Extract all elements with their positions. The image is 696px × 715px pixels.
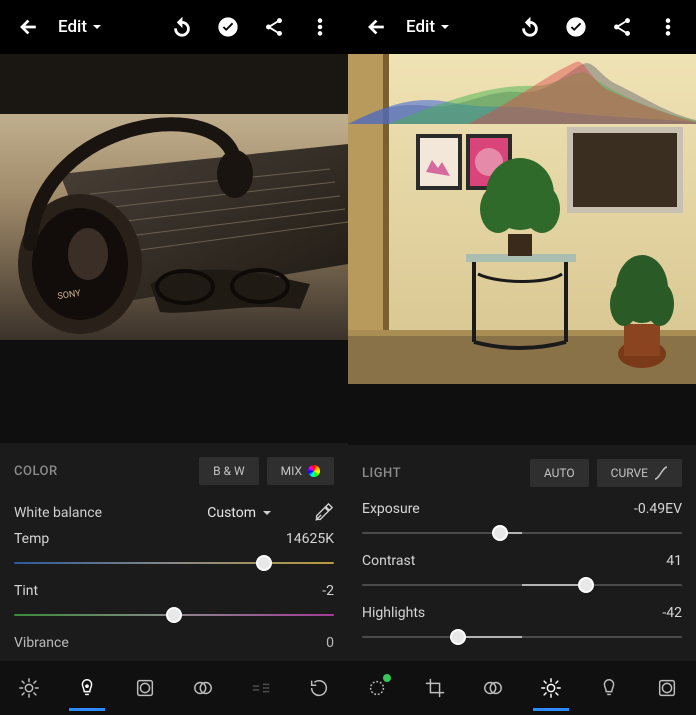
indicator-dot: [383, 674, 391, 682]
curve-button[interactable]: CURVE: [597, 459, 682, 487]
light-panel: LIGHT AUTO CURVE Exposure -0.49EV Contra…: [348, 445, 696, 661]
highlights-label: Highlights: [362, 605, 425, 621]
auto-button[interactable]: AUTO: [530, 459, 589, 487]
presets-tool-icon[interactable]: [355, 666, 399, 710]
effects-tool-icon[interactable]: [645, 666, 689, 710]
edit-mode-dropdown[interactable]: Edit: [58, 17, 102, 37]
slider-thumb[interactable]: [166, 607, 182, 623]
topbar: Edit: [0, 0, 348, 54]
profiles-tool-icon[interactable]: [471, 666, 515, 710]
edit-mode-dropdown[interactable]: Edit: [406, 17, 450, 37]
slider-thumb[interactable]: [256, 555, 272, 571]
vibrance-label: Vibrance: [14, 635, 69, 651]
accept-icon[interactable]: [214, 13, 242, 41]
exposure-slider[interactable]: Exposure -0.49EV: [362, 501, 682, 543]
undo-icon[interactable]: [168, 13, 196, 41]
share-icon[interactable]: [608, 13, 636, 41]
eyedropper-icon[interactable]: [312, 499, 334, 527]
white-balance-label: White balance: [14, 505, 102, 521]
back-icon[interactable]: [362, 13, 390, 41]
edit-label-text: Edit: [406, 17, 435, 37]
bw-button[interactable]: B & W: [199, 457, 259, 485]
bottom-toolbar: [348, 661, 696, 715]
slider-thumb[interactable]: [578, 577, 594, 593]
exposure-label: Exposure: [362, 501, 420, 517]
undo-icon[interactable]: [516, 13, 544, 41]
panel-title: COLOR: [14, 464, 58, 479]
color-wheel-icon: [308, 465, 320, 477]
temp-value: 14625K: [286, 531, 334, 547]
accept-icon[interactable]: [562, 13, 590, 41]
share-icon[interactable]: [260, 13, 288, 41]
temp-slider[interactable]: Temp 14625K: [14, 531, 334, 573]
color-tool-icon[interactable]: [587, 666, 631, 710]
photo-preview[interactable]: SONY: [0, 54, 348, 340]
slider-thumb[interactable]: [492, 525, 508, 541]
more-icon[interactable]: [654, 13, 682, 41]
bottom-toolbar: [0, 661, 348, 715]
tint-label: Tint: [14, 583, 38, 599]
screen-left: Edit: [0, 0, 348, 715]
optics-tool-icon[interactable]: [239, 666, 283, 710]
contrast-value: 41: [666, 553, 682, 569]
temp-label: Temp: [14, 531, 49, 547]
color-panel: COLOR B & W MIX White balance Custom Tem…: [0, 443, 348, 661]
back-icon[interactable]: [14, 13, 42, 41]
photo-preview[interactable]: [348, 54, 696, 384]
white-balance-dropdown[interactable]: Custom: [207, 505, 272, 521]
detail-tool-icon[interactable]: [181, 666, 225, 710]
more-icon[interactable]: [306, 13, 334, 41]
color-tool-icon[interactable]: [65, 666, 109, 710]
light-tool-icon[interactable]: [7, 666, 51, 710]
crop-tool-icon[interactable]: [413, 666, 457, 710]
screen-right: Edit: [348, 0, 696, 715]
contrast-slider[interactable]: Contrast 41: [362, 553, 682, 595]
light-tool-icon[interactable]: [529, 666, 573, 710]
highlights-slider[interactable]: Highlights -42: [362, 605, 682, 647]
topbar: Edit: [348, 0, 696, 54]
mix-button[interactable]: MIX: [267, 457, 334, 485]
highlights-value: -42: [662, 605, 682, 621]
effects-tool-icon[interactable]: [123, 666, 167, 710]
panel-title: LIGHT: [362, 466, 401, 481]
reset-icon[interactable]: [297, 666, 341, 710]
slider-thumb[interactable]: [450, 629, 466, 645]
exposure-value: -0.49EV: [634, 501, 682, 517]
curve-icon: [654, 466, 668, 480]
contrast-label: Contrast: [362, 553, 415, 569]
tint-slider[interactable]: Tint -2: [14, 583, 334, 625]
tint-value: -2: [322, 583, 334, 599]
edit-label-text: Edit: [58, 17, 87, 37]
vibrance-value: 0: [326, 635, 334, 651]
